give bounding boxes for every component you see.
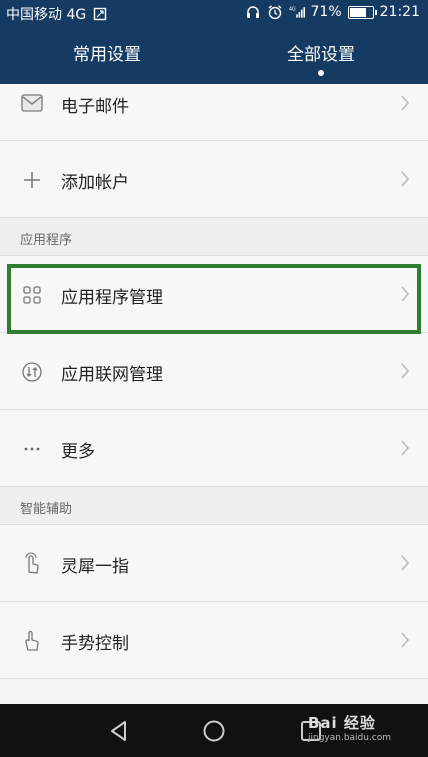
tab-label: 常用设置 (73, 45, 141, 65)
signal-4g-text: 4G (289, 6, 296, 12)
item-label: 灵犀一指 (61, 557, 129, 577)
chevron-right-icon (401, 440, 409, 456)
settings-list: 电子邮件 添加帐户 应用程序 应用程序管理 应用联网管理 更多 智能辅助 灵犀一… (0, 84, 428, 679)
chevron-right-icon (401, 363, 409, 379)
status-left: 中国移动 4G (6, 4, 108, 24)
item-label: 添加帐户 (61, 173, 129, 193)
carrier-label: 中国移动 4G (6, 7, 87, 23)
item-label: 应用程序管理 (61, 288, 163, 308)
tab-all-settings[interactable]: 全部设置 (214, 40, 428, 80)
grid-icon (20, 283, 44, 307)
section-label: 智能辅助 (20, 502, 73, 517)
chevron-right-icon (401, 555, 409, 571)
watermark-url: jingyan.baidu.com (308, 733, 392, 743)
email-icon (20, 91, 44, 115)
watermark-brand: Bai 经验 (308, 714, 376, 732)
list-item-email[interactable]: 电子邮件 (0, 84, 428, 141)
list-item-app-management[interactable]: 应用程序管理 (0, 256, 428, 333)
navigation-bar: Bai 经验 jingyan.baidu.com (0, 704, 428, 757)
list-item-more[interactable]: 更多 (0, 410, 428, 487)
status-right: 4G 71% 21:21 (245, 4, 420, 20)
plus-icon (20, 168, 44, 192)
chevron-right-icon (401, 286, 409, 302)
tab-bar: 常用设置 全部设置 (0, 40, 428, 80)
item-label: 更多 (61, 442, 95, 462)
alarm-icon (267, 4, 283, 20)
hand-gesture-icon (20, 629, 44, 653)
section-header-smart-assist: 智能辅助 (0, 487, 428, 525)
knuckle-finger-icon (20, 552, 44, 576)
tab-common-settings[interactable]: 常用设置 (0, 40, 214, 80)
list-item-add-account[interactable]: 添加帐户 (0, 141, 428, 218)
back-icon[interactable] (106, 718, 132, 744)
battery-icon (347, 5, 377, 19)
headphones-icon (245, 4, 261, 20)
section-label: 应用程序 (20, 233, 73, 248)
list-item-network-apps[interactable]: 应用联网管理 (0, 333, 428, 410)
header: 中国移动 4G 4G 71% 21:21 常用设置 全部设置 (0, 0, 428, 84)
section-header-apps: 应用程序 (0, 218, 428, 256)
network-transfer-icon (20, 360, 44, 384)
status-bar: 中国移动 4G 4G 71% 21:21 (0, 0, 428, 26)
list-item-gesture[interactable]: 手势控制 (0, 602, 428, 679)
item-label: 手势控制 (61, 634, 129, 654)
chevron-right-icon (401, 95, 409, 111)
list-item-knuckle[interactable]: 灵犀一指 (0, 525, 428, 602)
watermark: Bai 经验 jingyan.baidu.com (308, 712, 424, 752)
item-label: 应用联网管理 (61, 365, 163, 385)
signal-icon: 4G (289, 4, 305, 20)
battery-fill (349, 7, 366, 17)
chevron-right-icon (401, 171, 409, 187)
tab-label: 全部设置 (287, 45, 355, 65)
sim-icon (92, 6, 108, 22)
more-dots-icon (20, 437, 44, 461)
clock: 21:21 (379, 4, 420, 20)
home-icon[interactable] (201, 718, 227, 744)
chevron-right-icon (401, 632, 409, 648)
active-tab-indicator (318, 70, 324, 76)
battery-percent: 71% (310, 4, 342, 20)
item-label: 电子邮件 (61, 97, 129, 117)
